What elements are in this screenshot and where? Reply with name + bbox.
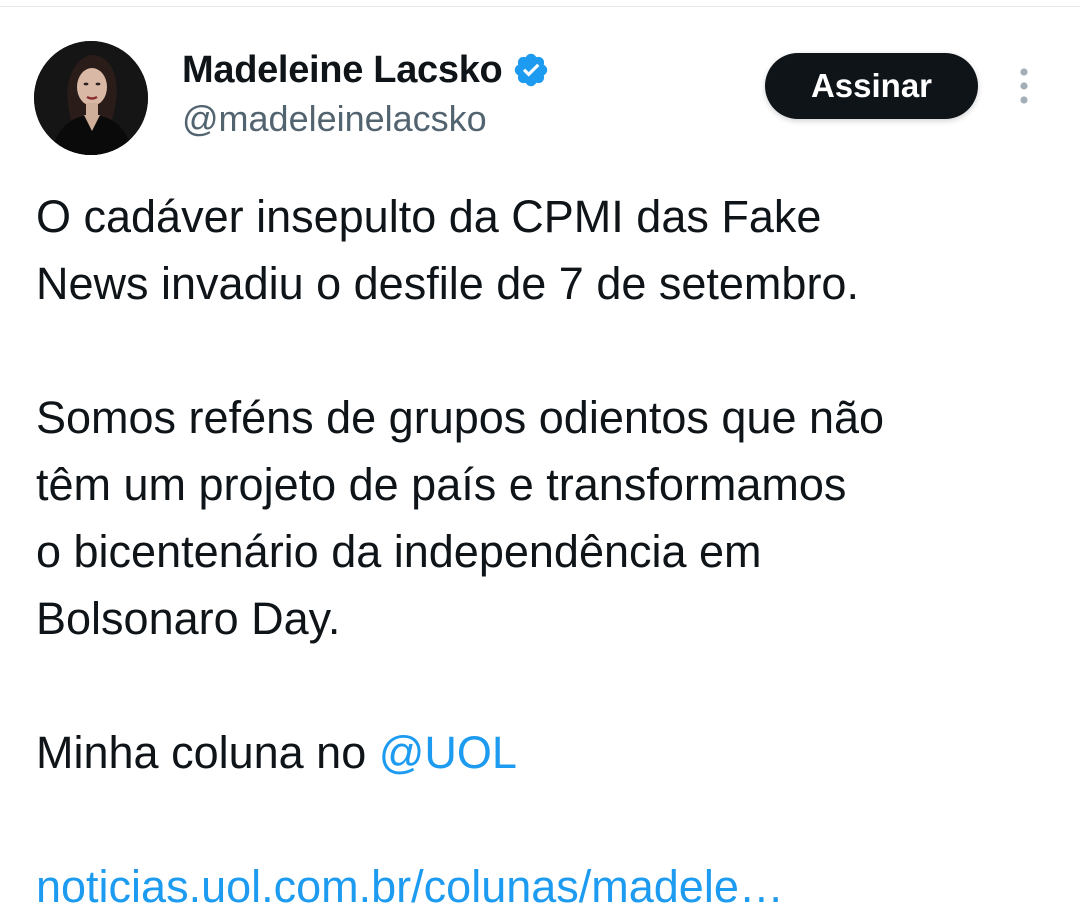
top-divider: [0, 6, 1080, 7]
mention-link[interactable]: @UOL: [379, 727, 517, 778]
avatar-image: [34, 41, 148, 155]
tweet-line: o bicentenário da independência em: [36, 526, 762, 577]
tweet-line: O cadáver insepulto da CPMI das Fake: [36, 191, 822, 242]
more-vertical-icon[interactable]: [1010, 66, 1038, 108]
verified-badge-icon: [512, 51, 550, 89]
tweet-text: O cadáver insepulto da CPMI das Fake New…: [36, 183, 1046, 920]
subscribe-button[interactable]: Assinar: [765, 53, 978, 119]
column-text: Minha coluna no: [36, 727, 379, 778]
tweet-line: Bolsonaro Day.: [36, 593, 341, 644]
author-handle[interactable]: @madeleinelacsko: [182, 98, 487, 140]
article-link[interactable]: noticias.uol.com.br/colunas/madele…: [36, 853, 1046, 920]
tweet-line: Somos reféns de grupos odientos que não: [36, 392, 885, 443]
author-name-row[interactable]: Madeleine Lacsko: [182, 46, 550, 94]
tweet-line: têm um projeto de país e transformamos: [36, 459, 847, 510]
tweet-line: News invadiu o desfile de 7 de setembro.: [36, 258, 859, 309]
avatar[interactable]: [34, 41, 148, 155]
author-display-name[interactable]: Madeleine Lacsko: [182, 49, 503, 92]
tweet-line-column: Minha coluna no @UOL: [36, 719, 1046, 786]
